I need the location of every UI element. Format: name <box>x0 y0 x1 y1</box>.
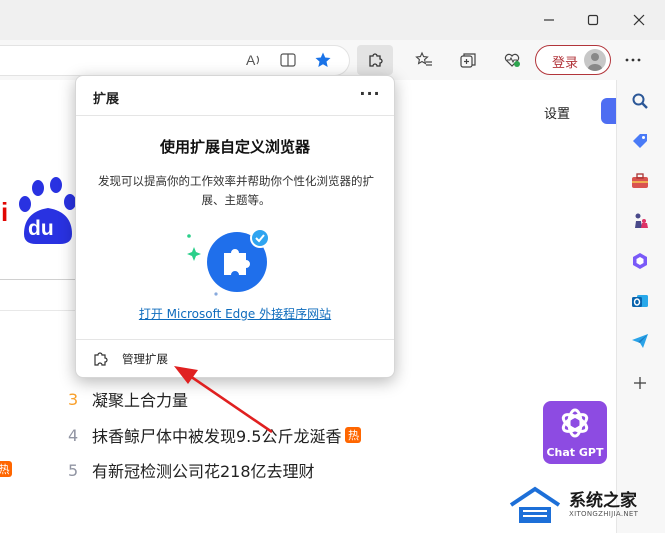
read-aloud-icon: A <box>246 52 260 68</box>
toolbox-icon <box>632 173 648 188</box>
send-icon <box>632 334 648 348</box>
watermark-house-logo <box>509 486 561 523</box>
puzzle-icon <box>369 53 383 67</box>
watermark-title: 系统之家 <box>569 491 637 511</box>
hot-title[interactable]: 抹香鲸尸体中被发现9.5公斤龙涎香 <box>92 423 341 447</box>
edge-addons-link[interactable]: 打开 Microsoft Edge 外接程序网站 <box>76 305 394 322</box>
office-icon <box>633 253 647 269</box>
watermark-subtitle: XITONGZHIJIA.NET <box>569 510 639 518</box>
extension-illustration <box>180 224 280 300</box>
maximize-button[interactable] <box>578 8 608 32</box>
sidebar-office-button[interactable] <box>627 248 653 274</box>
logo-du-text: du <box>28 217 54 240</box>
chess-icon <box>635 213 648 228</box>
tag-icon <box>633 134 647 148</box>
edge-sidebar <box>616 80 665 533</box>
user-icon <box>588 53 602 71</box>
popup-description: 发现可以提高你的工作效率并帮助你个性化浏览器的扩展、主题等。 <box>98 174 374 207</box>
popup-more-button[interactable]: ··· <box>358 84 382 106</box>
login-button[interactable]: 登录 <box>535 45 611 75</box>
plus-icon <box>634 377 646 389</box>
hot-list-item[interactable]: 4 抹香鲸尸体中被发现9.5公斤龙涎香 热 <box>68 423 362 447</box>
favorite-button[interactable] <box>309 46 337 74</box>
sidebar-add-button[interactable] <box>627 370 653 396</box>
logo-left-text: i <box>1 197 8 227</box>
hot-badge: 热 <box>0 461 12 477</box>
settings-more-button[interactable] <box>619 46 647 74</box>
hot-list-item[interactable]: 5 有新冠检测公司花218亿去理财 <box>68 458 315 482</box>
search-icon <box>632 93 648 109</box>
blue-tab[interactable] <box>601 98 616 124</box>
popup-title: 扩展 <box>93 92 120 107</box>
outlook-icon <box>632 295 648 307</box>
sidebar-search-button[interactable] <box>627 88 653 114</box>
split-screen-icon <box>280 53 296 67</box>
avatar <box>584 49 606 71</box>
favorites-icon <box>415 51 432 66</box>
extensions-button[interactable] <box>357 45 393 75</box>
login-label: 登录 <box>552 56 579 71</box>
hot-title[interactable]: 凝聚上合力量 <box>92 387 188 411</box>
divider <box>76 115 394 116</box>
minimize-icon <box>544 19 554 21</box>
minimize-button[interactable] <box>534 8 564 32</box>
manage-extensions-item[interactable]: 管理扩展 <box>76 340 394 377</box>
close-button[interactable] <box>624 8 654 32</box>
hot-title[interactable]: 有新冠检测公司花218亿去理财 <box>92 458 315 482</box>
read-aloud-button[interactable]: A <box>240 46 268 74</box>
maximize-icon <box>587 14 599 26</box>
baidu-paw-logo: du i <box>1 177 76 244</box>
manage-extensions-label: 管理扩展 <box>122 352 168 366</box>
sidebar-outlook-button[interactable] <box>627 288 653 314</box>
heart-pulse-icon <box>504 53 520 67</box>
sidebar-shopping-button[interactable] <box>627 128 653 154</box>
browser-toolbar: A 登录 <box>0 40 665 80</box>
favorites-list-button[interactable] <box>410 46 438 74</box>
hot-rank: 5 <box>68 460 79 480</box>
hot-badge: 热 <box>345 427 362 443</box>
puzzle-icon <box>94 352 108 366</box>
sidebar-telegram-button[interactable] <box>627 328 653 354</box>
extensions-popup: 扩展 ··· 使用扩展自定义浏览器 发现可以提高你的工作效率并帮助你个性化浏览器… <box>75 75 395 378</box>
browser-essentials-button[interactable] <box>498 46 526 74</box>
collections-button[interactable] <box>454 46 482 74</box>
more-icon <box>625 58 641 62</box>
chatgpt-logo-icon <box>561 408 589 438</box>
close-icon <box>633 14 645 26</box>
split-screen-button[interactable] <box>274 46 302 74</box>
popup-heading: 使用扩展自定义浏览器 <box>159 138 310 156</box>
puzzle-badge-icon <box>187 228 270 296</box>
settings-link[interactable]: 设置 <box>544 103 570 122</box>
sidebar-games-button[interactable] <box>627 208 653 234</box>
chatgpt-label: Chat GPT <box>546 446 604 459</box>
hot-rank: 3 <box>68 389 79 409</box>
watermark: 系统之家 XITONGZHIJIA.NET <box>505 483 655 527</box>
hot-rank: 4 <box>68 425 79 445</box>
collections-icon <box>460 53 476 68</box>
sidebar-tools-button[interactable] <box>627 168 653 194</box>
title-bar <box>0 0 665 40</box>
svg-text:A: A <box>246 52 256 68</box>
chatgpt-button[interactable]: Chat GPT <box>543 401 607 464</box>
baidu-logo[interactable]: du i <box>0 176 80 248</box>
hot-list-item[interactable]: 3 凝聚上合力量 <box>68 387 188 411</box>
star-filled-icon <box>315 52 331 67</box>
